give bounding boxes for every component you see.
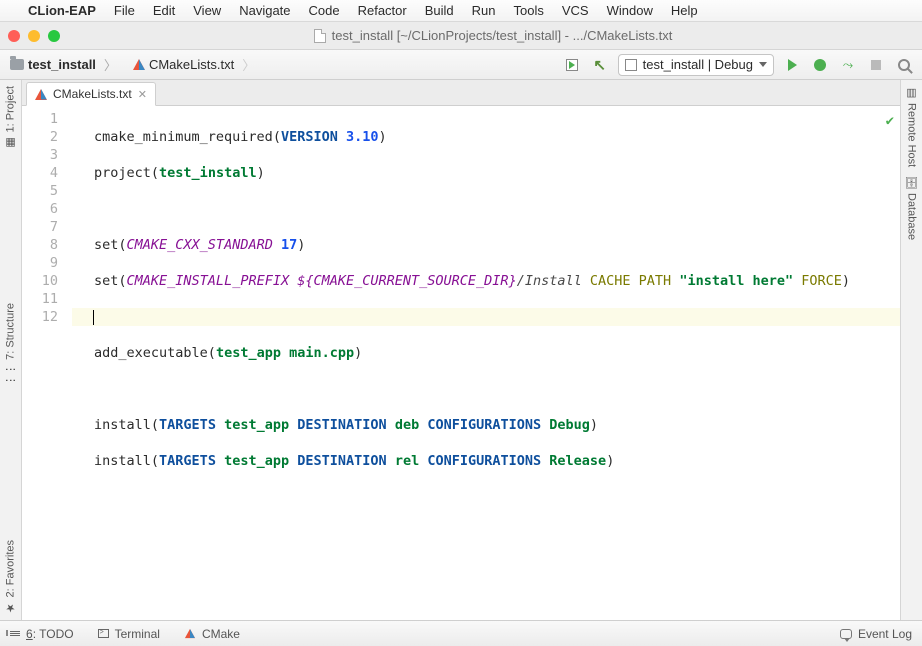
search-icon: [898, 59, 910, 71]
build-button[interactable]: ↖: [590, 55, 610, 75]
status-event-log[interactable]: Event Log: [840, 627, 912, 641]
cmake-icon: [185, 629, 195, 638]
toolbar-actions: ↖ test_install | Debug ⤳: [562, 54, 916, 76]
stop-icon: [871, 60, 881, 70]
config-icon: [625, 59, 637, 71]
inspection-ok-icon[interactable]: ✔: [886, 112, 894, 130]
document-icon: [314, 29, 326, 43]
breadcrumb-file[interactable]: CMakeLists.txt: [129, 53, 263, 76]
status-todo[interactable]: 6: TODO: [10, 627, 74, 641]
menu-refactor[interactable]: Refactor: [358, 3, 407, 18]
tool-database[interactable]: 🗄Database: [905, 171, 918, 244]
tab-cmakelists[interactable]: CMakeLists.txt ✕: [26, 82, 156, 106]
zoom-window-button[interactable]: [48, 30, 60, 42]
breadcrumb-project[interactable]: test_install: [6, 53, 125, 76]
list-icon: [10, 631, 20, 636]
app-name[interactable]: CLion-EAP: [28, 3, 96, 18]
status-cmake[interactable]: CMake: [184, 627, 240, 641]
breadcrumb-file-label: CMakeLists.txt: [149, 57, 234, 72]
menu-view[interactable]: View: [193, 3, 221, 18]
tool-favorites[interactable]: ★2: Favorites: [4, 536, 17, 618]
tab-label: CMakeLists.txt: [53, 87, 132, 101]
macos-menubar: CLion-EAP File Edit View Navigate Code R…: [0, 0, 922, 22]
breadcrumb: test_install CMakeLists.txt: [6, 53, 558, 76]
tool-structure[interactable]: ⋮⋮7: Structure: [4, 299, 17, 390]
right-tool-rail: ▥Remote Host 🗄Database: [900, 80, 922, 620]
left-tool-rail: ▦1: Project ⋮⋮7: Structure ★2: Favorites: [0, 80, 22, 620]
line-gutter: 123 456 789 101112: [22, 106, 72, 620]
text-cursor: [93, 310, 94, 325]
bug-icon: [814, 59, 826, 71]
menu-help[interactable]: Help: [671, 3, 698, 18]
breadcrumb-project-label: test_install: [28, 57, 96, 72]
editor-tabs: CMakeLists.txt ✕: [22, 80, 900, 106]
close-tab-button[interactable]: ✕: [138, 88, 147, 101]
code-content[interactable]: cmake_minimum_required(VERSION 3.10) pro…: [72, 106, 900, 620]
menu-file[interactable]: File: [114, 3, 135, 18]
menu-build[interactable]: Build: [425, 3, 454, 18]
run-with-coverage-button[interactable]: ⤳: [838, 55, 858, 75]
window-controls: [8, 30, 60, 42]
menu-tools[interactable]: Tools: [514, 3, 544, 18]
event-log-icon: [840, 629, 852, 639]
status-bar: 6: TODO Terminal CMake Event Log: [0, 620, 922, 646]
terminal-icon: [98, 629, 109, 638]
debug-button[interactable]: [810, 55, 830, 75]
menu-navigate[interactable]: Navigate: [239, 3, 290, 18]
run-anything-icon[interactable]: [562, 55, 582, 75]
tool-project[interactable]: ▦1: Project: [4, 82, 17, 153]
chevron-down-icon: [759, 62, 767, 67]
navigation-toolbar: test_install CMakeLists.txt ↖ test_insta…: [0, 50, 922, 80]
code-editor[interactable]: 123 456 789 101112 cmake_minimum_require…: [22, 106, 900, 620]
close-window-button[interactable]: [8, 30, 20, 42]
cmake-file-icon: [35, 89, 47, 100]
minimize-window-button[interactable]: [28, 30, 40, 42]
menu-edit[interactable]: Edit: [153, 3, 175, 18]
run-config-label: test_install | Debug: [643, 57, 753, 72]
menu-window[interactable]: Window: [607, 3, 653, 18]
folder-icon: [10, 59, 24, 70]
status-terminal[interactable]: Terminal: [98, 627, 160, 641]
cmake-file-icon: [133, 59, 145, 70]
tool-remote-host[interactable]: ▥Remote Host: [905, 82, 918, 171]
run-button[interactable]: [782, 55, 802, 75]
window-titlebar: test_install [~/CLionProjects/test_insta…: [0, 22, 922, 50]
menu-vcs[interactable]: VCS: [562, 3, 589, 18]
stop-button[interactable]: [866, 55, 886, 75]
run-config-selector[interactable]: test_install | Debug: [618, 54, 774, 76]
menu-run[interactable]: Run: [472, 3, 496, 18]
search-everywhere-button[interactable]: [894, 55, 914, 75]
menu-code[interactable]: Code: [309, 3, 340, 18]
window-title: test_install [~/CLionProjects/test_insta…: [332, 28, 673, 43]
play-icon: [788, 59, 797, 71]
